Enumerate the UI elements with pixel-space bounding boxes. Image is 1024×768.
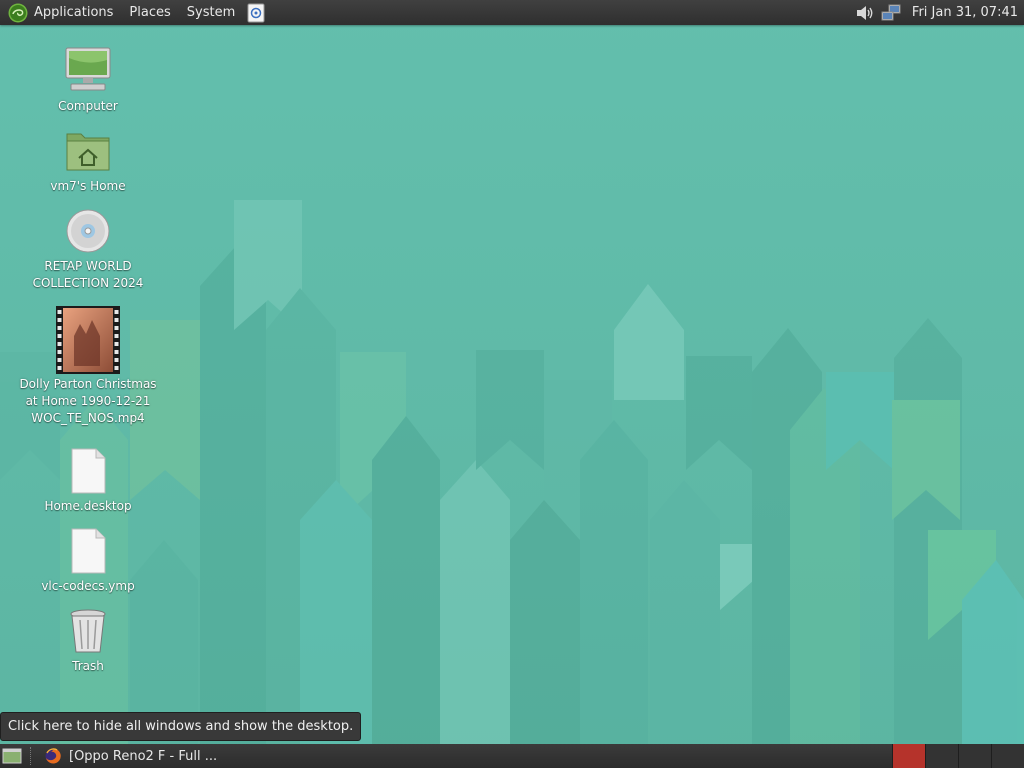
desktop-icon-label-line: WOC_TE_NOS.mp4	[31, 411, 145, 425]
file-icon	[71, 528, 106, 574]
trash-icon	[70, 609, 106, 653]
desktop-icon-home[interactable]: vm7's Home	[13, 126, 163, 195]
system-menu[interactable]: System	[179, 0, 243, 25]
bottom-panel: [Oppo Reno2 F - Full ...	[0, 744, 1024, 768]
home-folder-icon	[66, 133, 110, 171]
taskbar-window-label: [Oppo Reno2 F - Full ...	[69, 748, 218, 764]
note-launcher-icon[interactable]	[247, 3, 265, 23]
places-menu-label: Places	[129, 5, 171, 20]
system-menu-label: System	[186, 5, 236, 20]
workspace-1[interactable]	[892, 744, 925, 768]
desktop-icon-home-desktop-file[interactable]: Home.desktop	[13, 446, 163, 515]
desktop-icon-label-line: RETAP WORLD	[44, 259, 132, 273]
workspace-3[interactable]	[958, 744, 991, 768]
desktop-icon-computer[interactable]: Computer	[13, 46, 163, 115]
top-panel: Applications Places System Fri Jan 31, 0…	[0, 0, 1024, 25]
opensuse-logo-icon	[8, 3, 28, 22]
desktop-icon-label: vlc-codecs.ymp	[41, 579, 135, 593]
speaker-icon[interactable]	[854, 3, 876, 23]
taskbar-window-button[interactable]: [Oppo Reno2 F - Full ...	[39, 745, 227, 767]
show-desktop-icon	[2, 748, 22, 764]
desktop-icon-video[interactable]: Dolly Parton Christmas at Home 1990-12-2…	[13, 306, 163, 427]
desktop-icon-label-line: COLLECTION 2024	[32, 276, 144, 290]
desktop-icon-vlc-codecs-file[interactable]: vlc-codecs.ymp	[13, 526, 163, 595]
show-desktop-button[interactable]	[0, 744, 24, 768]
show-desktop-tooltip: Click here to hide all windows and show …	[0, 712, 362, 741]
applications-menu-label: Applications	[34, 5, 114, 20]
panel-handle[interactable]	[30, 747, 35, 765]
video-thumbnail-icon	[56, 306, 120, 374]
clock[interactable]: Fri Jan 31, 07:41	[904, 5, 1024, 20]
desktop-icon-label: vm7's Home	[50, 179, 126, 193]
desktop-icon-label-line: at Home 1990-12-21	[25, 394, 151, 408]
desktop-icon-label: Trash	[72, 659, 104, 673]
panel-tray: Fri Jan 31, 07:41	[852, 0, 1024, 25]
workspace-2[interactable]	[925, 744, 958, 768]
file-icon	[71, 448, 106, 494]
firefox-icon	[45, 748, 61, 764]
desktop-icon-label: Computer	[58, 99, 118, 113]
places-menu[interactable]: Places	[121, 0, 178, 25]
computer-icon	[65, 47, 111, 91]
desktop-icon-label: Home.desktop	[44, 499, 132, 513]
desktop-icon-trash[interactable]: Trash	[13, 606, 163, 675]
desktop-icon-disc[interactable]: RETAP WORLD COLLECTION 2024	[13, 206, 163, 292]
desktop-icon-label-line: Dolly Parton Christmas	[19, 377, 157, 391]
workspace-4[interactable]	[991, 744, 1024, 768]
applications-menu[interactable]: Applications	[0, 0, 121, 25]
network-icon[interactable]	[880, 3, 902, 23]
disc-icon	[66, 209, 110, 253]
workspace-switcher	[892, 744, 1024, 768]
